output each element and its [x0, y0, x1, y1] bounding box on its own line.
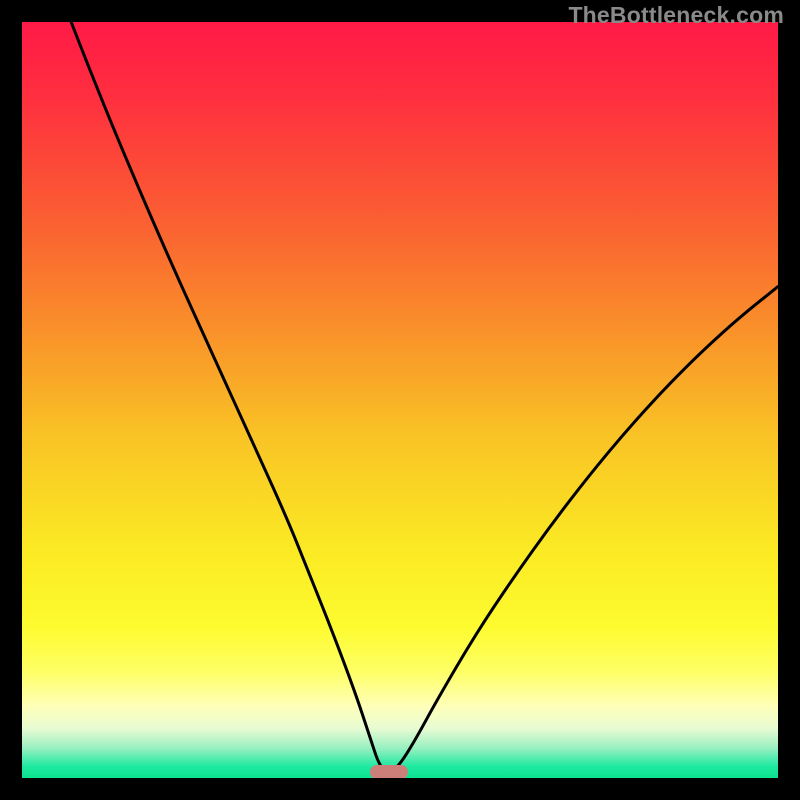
plot-area [22, 22, 778, 778]
chart-frame: TheBottleneck.com [0, 0, 800, 800]
optimal-marker [370, 765, 408, 778]
bottleneck-curve [22, 22, 778, 778]
watermark-label: TheBottleneck.com [568, 2, 784, 29]
